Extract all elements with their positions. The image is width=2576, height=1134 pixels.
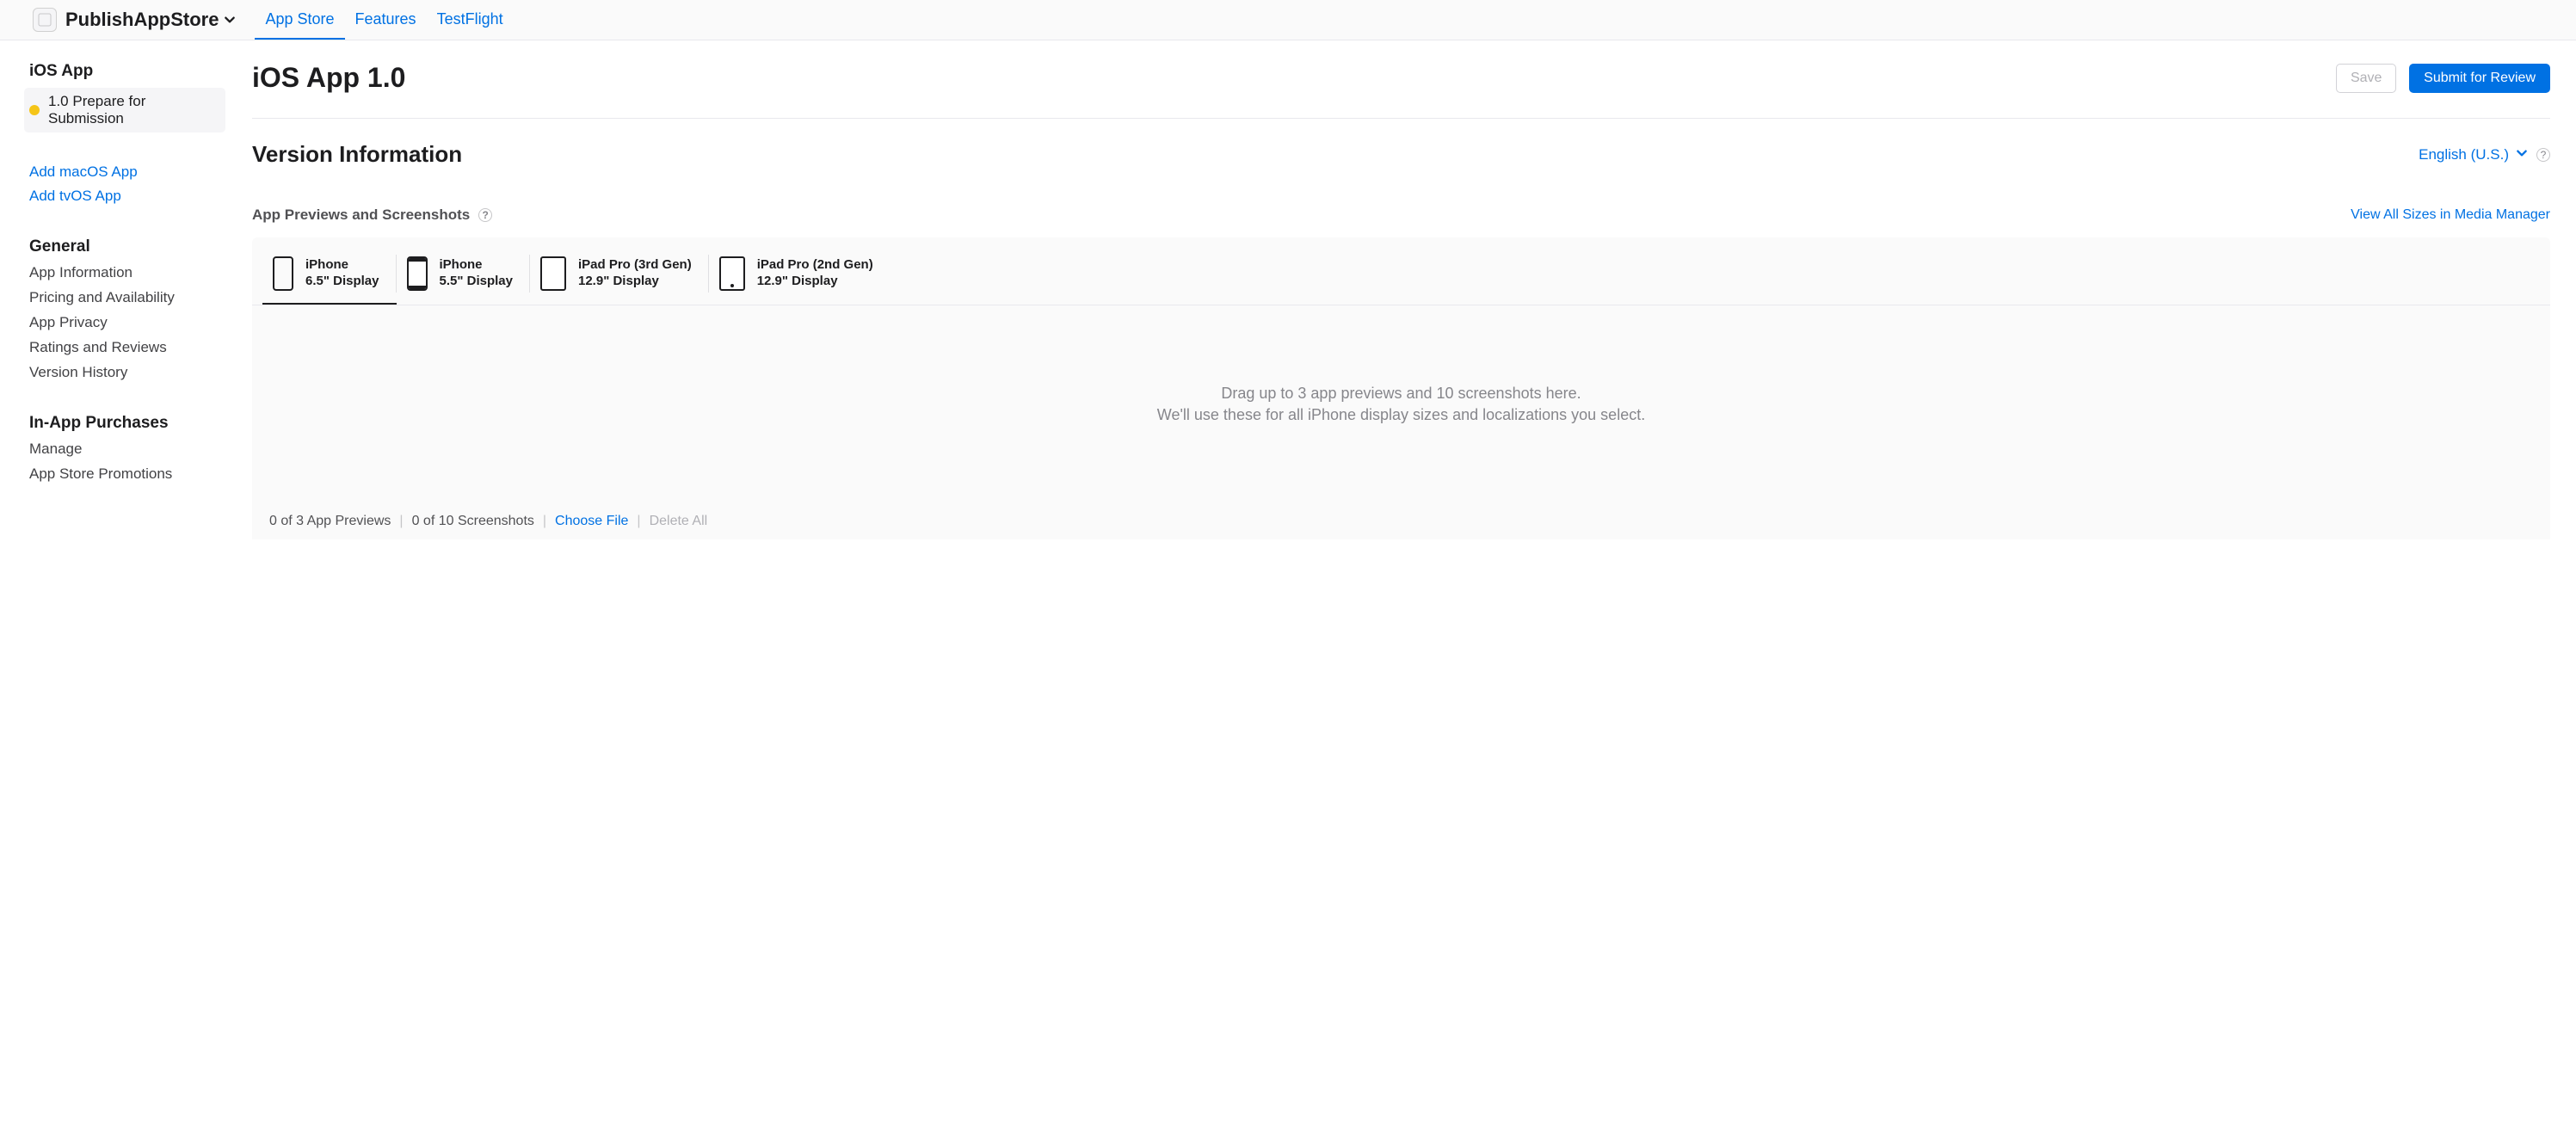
- placeholder-icon: [38, 13, 52, 27]
- separator: |: [637, 514, 640, 529]
- screenshots-count: 0 of 10 Screenshots: [412, 514, 534, 529]
- sidebar-item-version-history[interactable]: Version History: [29, 364, 231, 381]
- sidebar-item-iap-manage[interactable]: Manage: [29, 441, 231, 458]
- device-line1: iPhone: [440, 257, 483, 272]
- delete-all-link[interactable]: Delete All: [650, 514, 708, 529]
- device-tab-label: iPhone 6.5" Display: [305, 257, 379, 290]
- locale-label: English (U.S.): [2419, 146, 2509, 163]
- device-line1: iPad Pro (3rd Gen): [578, 257, 692, 272]
- ipad-icon: [719, 256, 745, 291]
- media-manager-link[interactable]: View All Sizes in Media Manager: [2351, 207, 2550, 223]
- tab-testflight[interactable]: TestFlight: [427, 0, 514, 40]
- tab-app-store[interactable]: App Store: [255, 0, 344, 40]
- top-tabs: App Store Features TestFlight: [255, 0, 513, 40]
- device-strip: iPhone 6.5" Display iPhone 5.5" Display …: [252, 237, 2550, 539]
- version-info-title: Version Information: [252, 141, 462, 168]
- sidebar-version-status[interactable]: 1.0 Prepare for Submission: [24, 88, 225, 133]
- locale-selector[interactable]: English (U.S.): [2419, 146, 2528, 163]
- chevron-down-icon: [224, 9, 236, 31]
- help-icon[interactable]: ?: [478, 208, 492, 222]
- chevron-down-icon: [2516, 146, 2528, 163]
- device-line2: 12.9" Display: [757, 274, 838, 288]
- previews-header: App Previews and Screenshots ? View All …: [252, 206, 2550, 224]
- device-line2: 12.9" Display: [578, 274, 659, 288]
- save-button[interactable]: Save: [2336, 64, 2396, 93]
- help-icon[interactable]: ?: [2536, 148, 2550, 162]
- sidebar-item-pricing[interactable]: Pricing and Availability: [29, 289, 231, 306]
- tab-label: App Store: [265, 10, 334, 28]
- device-tab-label: iPhone 5.5" Display: [440, 257, 514, 290]
- tab-features[interactable]: Features: [345, 0, 427, 40]
- previews-count: 0 of 3 App Previews: [269, 514, 391, 529]
- previews-title-text: App Previews and Screenshots: [252, 206, 470, 224]
- tab-label: Features: [355, 10, 416, 28]
- version-info-header: Version Information English (U.S.) ?: [252, 141, 2550, 168]
- sidebar-item-iap-promotions[interactable]: App Store Promotions: [29, 465, 231, 483]
- dropzone-text-1: Drag up to 3 app previews and 10 screens…: [1221, 385, 1581, 403]
- dropzone-text-2: We'll use these for all iPhone display s…: [1157, 406, 1645, 424]
- sidebar-add-tvos[interactable]: Add tvOS App: [29, 188, 231, 205]
- iphone-icon: [273, 256, 293, 291]
- sidebar-add-macos[interactable]: Add macOS App: [29, 163, 231, 181]
- device-line2: 5.5" Display: [440, 274, 514, 288]
- top-nav: PublishAppStore App Store Features TestF…: [0, 0, 2576, 40]
- main-header: iOS App 1.0 Save Submit for Review: [252, 62, 2550, 119]
- device-tab-label: iPad Pro (3rd Gen) 12.9" Display: [578, 257, 692, 290]
- screenshot-dropzone[interactable]: Drag up to 3 app previews and 10 screens…: [252, 305, 2550, 503]
- sidebar-group-title: General: [29, 237, 231, 256]
- header-actions: Save Submit for Review: [2336, 64, 2550, 93]
- choose-file-link[interactable]: Choose File: [555, 514, 628, 529]
- sidebar-group-general: General App Information Pricing and Avai…: [29, 237, 231, 381]
- device-tab-iphone-65[interactable]: iPhone 6.5" Display: [262, 250, 397, 305]
- device-line2: 6.5" Display: [305, 274, 379, 288]
- sidebar-item-app-information[interactable]: App Information: [29, 264, 231, 281]
- media-footer: 0 of 3 App Previews | 0 of 10 Screenshot…: [252, 503, 2550, 539]
- separator: |: [543, 514, 546, 529]
- device-tab-ipad-2nd[interactable]: iPad Pro (2nd Gen) 12.9" Display: [709, 250, 891, 305]
- ipad-icon: [540, 256, 566, 291]
- main-content: iOS App 1.0 Save Submit for Review Versi…: [231, 40, 2576, 574]
- app-switcher[interactable]: PublishAppStore: [65, 9, 236, 31]
- device-line1: iPhone: [305, 257, 348, 272]
- sidebar-platform-heading: iOS App: [29, 62, 231, 81]
- submit-for-review-button[interactable]: Submit for Review: [2409, 64, 2550, 93]
- app-icon-placeholder: [33, 8, 57, 32]
- sidebar-item-app-privacy[interactable]: App Privacy: [29, 314, 231, 331]
- device-line1: iPad Pro (2nd Gen): [757, 257, 873, 272]
- separator: |: [399, 514, 403, 529]
- device-tab-iphone-55[interactable]: iPhone 5.5" Display: [397, 250, 531, 305]
- tab-label: TestFlight: [437, 10, 503, 28]
- device-tab-ipad-3rd[interactable]: iPad Pro (3rd Gen) 12.9" Display: [530, 250, 709, 305]
- iphone-icon: [407, 256, 428, 291]
- sidebar: iOS App 1.0 Prepare for Submission Add m…: [0, 40, 231, 574]
- previews-title: App Previews and Screenshots ?: [252, 206, 492, 224]
- device-tabs: iPhone 6.5" Display iPhone 5.5" Display …: [252, 250, 2550, 305]
- status-text: 1.0 Prepare for Submission: [48, 93, 220, 127]
- sidebar-group-iap: In-App Purchases Manage App Store Promot…: [29, 414, 231, 483]
- page-title: iOS App 1.0: [252, 62, 405, 94]
- device-tab-label: iPad Pro (2nd Gen) 12.9" Display: [757, 257, 873, 290]
- sidebar-group-title: In-App Purchases: [29, 414, 231, 433]
- app-name: PublishAppStore: [65, 9, 219, 31]
- status-dot-icon: [29, 105, 40, 115]
- sidebar-item-ratings-reviews[interactable]: Ratings and Reviews: [29, 339, 231, 356]
